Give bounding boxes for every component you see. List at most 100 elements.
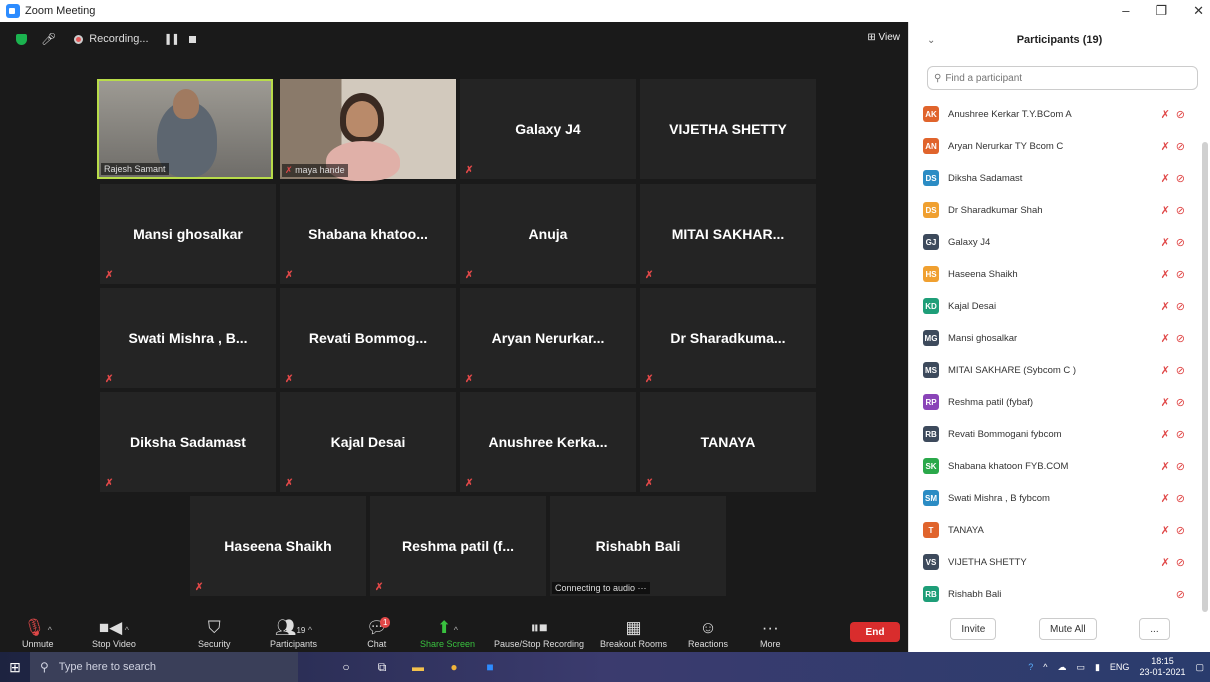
notifications-icon[interactable]: ▢: [1195, 662, 1204, 673]
participant-tile[interactable]: VIJETHA SHETTY: [640, 79, 816, 179]
pause-recording-button[interactable]: ⏸⏹ Pause/Stop Recording: [494, 617, 584, 649]
participant-row[interactable]: MS MITAI SAKHARE (Sybcom C ) ✗⊘: [923, 354, 1195, 386]
stop-recording-icon[interactable]: [189, 35, 197, 43]
video-tile[interactable]: Rajesh Samant: [97, 79, 273, 179]
taskbar-search[interactable]: ⚲ Type here to search: [30, 652, 298, 682]
participant-search-input[interactable]: [945, 72, 1146, 84]
participant-tile[interactable]: Mansi ghosalkar ✗: [100, 184, 276, 284]
tile-name: Anuja: [528, 226, 568, 242]
muted-mic-video-off-icon: ✗⊘: [1160, 236, 1191, 249]
stop-video-button[interactable]: ■◀ ^ Stop Video: [92, 617, 136, 649]
participant-tile[interactable]: Diksha Sadamast ✗: [100, 392, 276, 492]
participant-row[interactable]: DS Dr Sharadkumar Shah ✗⊘: [923, 194, 1195, 226]
panel-more-button[interactable]: ...: [1139, 618, 1170, 640]
pause-recording-icon[interactable]: ▌▌: [167, 34, 182, 44]
maximize-button[interactable]: ❐: [1155, 0, 1167, 22]
participant-row[interactable]: RP Reshma patil (fybaf) ✗⊘: [923, 386, 1195, 418]
participant-tile[interactable]: Rishabh Bali Connecting to audio ···: [550, 496, 726, 596]
file-explorer-icon[interactable]: ▬: [410, 659, 426, 675]
muted-mic-video-off-icon: ✗⊘: [1160, 332, 1191, 345]
cortana-icon[interactable]: ○: [338, 659, 354, 675]
view-button[interactable]: ⊞ View: [867, 32, 900, 43]
language-indicator[interactable]: ENG: [1110, 662, 1130, 672]
zoom-taskbar-icon[interactable]: ■: [482, 659, 498, 675]
chrome-icon[interactable]: ●: [446, 659, 462, 675]
participant-row[interactable]: DS Diksha Sadamast ✗⊘: [923, 162, 1195, 194]
participant-row[interactable]: KD Kajal Desai ✗⊘: [923, 290, 1195, 322]
participant-row[interactable]: RB Rishabh Bali ⊘: [923, 578, 1195, 610]
clock[interactable]: 18:15 23-01-2021: [1139, 656, 1185, 678]
share-screen-button[interactable]: ⬆ ^ Share Screen: [420, 617, 475, 649]
participant-row[interactable]: RB Revati Bommogani fybcom ✗⊘: [923, 418, 1195, 450]
cloud-icon[interactable]: ☁: [1057, 662, 1066, 673]
participant-row[interactable]: SM Swati Mishra , B fybcom ✗⊘: [923, 482, 1195, 514]
participant-row[interactable]: GJ Galaxy J4 ✗⊘: [923, 226, 1195, 258]
video-tile[interactable]: ✗ maya hande: [280, 79, 456, 181]
minimize-button[interactable]: –: [1122, 0, 1129, 22]
record-icon: [74, 34, 84, 44]
battery-icon[interactable]: ▮: [1095, 662, 1100, 673]
participant-tile[interactable]: Anuja ✗: [460, 184, 636, 284]
shield-icon[interactable]: [16, 33, 27, 45]
reactions-button[interactable]: ☺ Reactions: [688, 617, 728, 649]
chevron-up-icon[interactable]: ^: [1043, 662, 1047, 672]
audio-connecting-status: Connecting to audio ···: [552, 582, 650, 594]
windows-start-icon[interactable]: ⊞: [0, 659, 30, 676]
participant-tile[interactable]: TANAYA ✗: [640, 392, 816, 492]
help-icon[interactable]: ?: [1028, 662, 1033, 672]
participant-video: [346, 101, 378, 137]
participant-tile[interactable]: Swati Mishra , B... ✗: [100, 288, 276, 388]
zoom-app-icon: [6, 4, 20, 18]
participant-tile[interactable]: Reshma patil (f... ✗: [370, 496, 546, 596]
chevron-down-icon[interactable]: ⌄: [927, 35, 935, 46]
participant-search[interactable]: ⚲: [927, 66, 1198, 90]
smiley-icon: ☺: [699, 618, 717, 637]
participant-tile[interactable]: Shabana khatoo... ✗: [280, 184, 456, 284]
more-button[interactable]: ··· More: [760, 617, 781, 649]
participant-row[interactable]: AN Aryan Nerurkar TY Bcom C ✗⊘: [923, 130, 1195, 162]
avatar: GJ: [923, 234, 939, 250]
participant-tile[interactable]: Galaxy J4 ✗: [460, 79, 636, 179]
avatar: HS: [923, 266, 939, 282]
muted-mic-icon: 🎙︎ ^: [23, 618, 52, 637]
tile-name: MITAI SAKHAR...: [671, 226, 785, 242]
more-dots-icon: ···: [761, 618, 779, 637]
network-icon[interactable]: ▭: [1076, 662, 1085, 673]
muted-mic-video-off-icon: ✗⊘: [1160, 428, 1191, 441]
security-button[interactable]: ⛉ Security: [198, 617, 231, 649]
participant-row[interactable]: VS VIJETHA SHETTY ✗⊘: [923, 546, 1195, 578]
tile-name: Kajal Desai: [330, 434, 406, 450]
participant-row[interactable]: AK Anushree Kerkar T.Y.BCom A ✗⊘: [923, 98, 1195, 130]
participants-panel: ⌄ Participants (19) ⚲ AK Anushree Kerkar …: [908, 22, 1210, 652]
muted-mic-video-off-icon: ✗⊘: [1160, 364, 1191, 377]
participants-button[interactable]: 👥︎19 ^ Participants: [270, 617, 317, 649]
participant-tile[interactable]: Dr Sharadkuma... ✗: [640, 288, 816, 388]
muted-mic-video-off-icon: ✗⊘: [1160, 492, 1191, 505]
muted-mic-icon: ✗: [195, 582, 204, 593]
end-meeting-button[interactable]: End: [850, 622, 900, 642]
muted-mic-icon: ✗: [645, 270, 654, 281]
meeting-topbar: 🎤︎ Recording... ▌▌ ⊞ View: [0, 22, 908, 56]
participant-name: Reshma patil (fybaf): [948, 396, 1034, 408]
participant-tile[interactable]: Revati Bommog... ✗: [280, 288, 456, 388]
muted-mic-video-off-icon: ⊘: [1175, 588, 1191, 601]
chat-button[interactable]: 💬︎ 1 Chat: [366, 617, 391, 649]
mute-all-button[interactable]: Mute All: [1038, 618, 1097, 640]
participant-tile[interactable]: Aryan Nerurkar... ✗: [460, 288, 636, 388]
unmute-button[interactable]: 🎙︎ ^ Unmute: [22, 617, 54, 649]
invite-button[interactable]: Invite: [950, 618, 997, 640]
participant-tile[interactable]: Haseena Shaikh ✗: [190, 496, 366, 596]
close-button[interactable]: ✕: [1193, 0, 1204, 22]
participant-row[interactable]: HS Haseena Shaikh ✗⊘: [923, 258, 1195, 290]
breakout-rooms-button[interactable]: ▦ Breakout Rooms: [600, 617, 667, 649]
window-titlebar: Zoom Meeting – ❐ ✕: [0, 0, 1210, 22]
participant-tile[interactable]: Kajal Desai ✗: [280, 392, 456, 492]
task-view-icon[interactable]: ⧉: [374, 659, 390, 675]
participant-row[interactable]: MG Mansi ghosalkar ✗⊘: [923, 322, 1195, 354]
participant-tile[interactable]: Anushree Kerka... ✗: [460, 392, 636, 492]
participant-tile[interactable]: MITAI SAKHAR... ✗: [640, 184, 816, 284]
participant-name: MITAI SAKHARE (Sybcom C ): [948, 364, 1077, 376]
participant-row[interactable]: SK Shabana khatoon FYB.COM ✗⊘: [923, 450, 1195, 482]
panel-scrollbar[interactable]: [1202, 142, 1208, 612]
participant-row[interactable]: T TANAYA ✗⊘: [923, 514, 1195, 546]
